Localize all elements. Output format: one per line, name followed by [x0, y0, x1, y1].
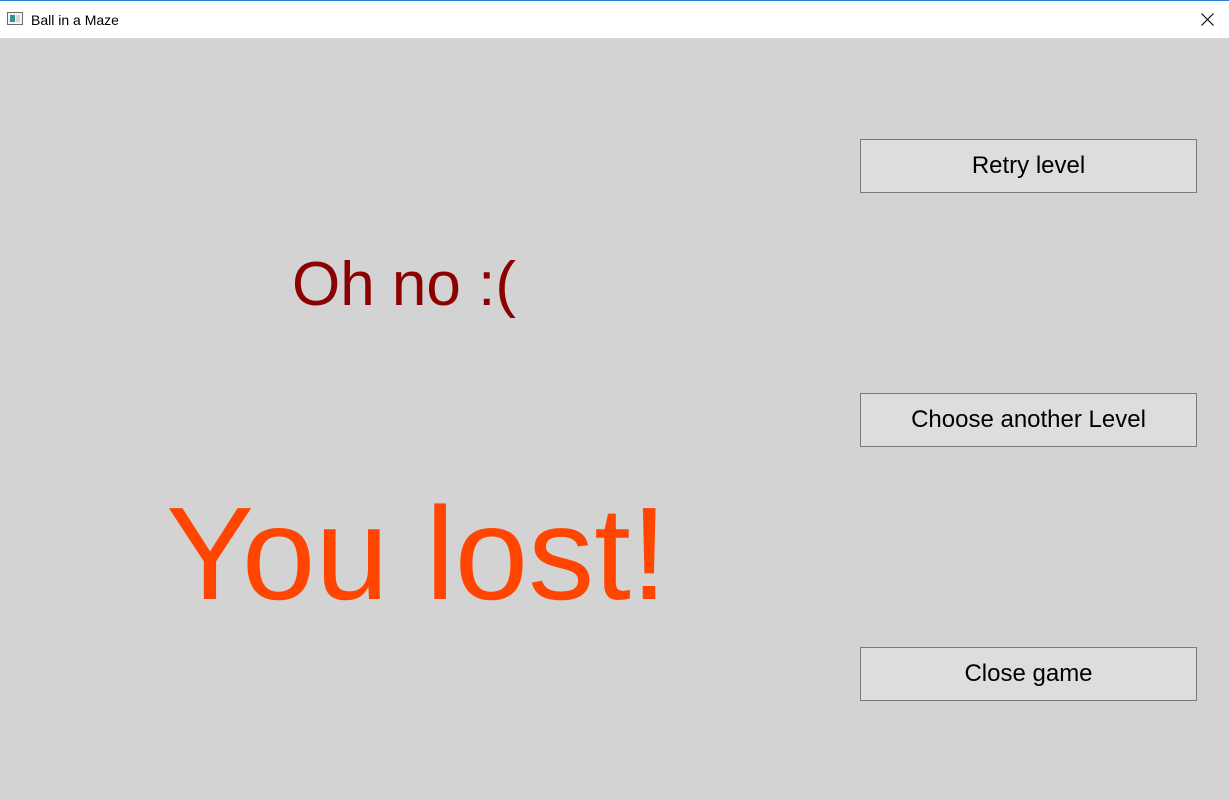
result-message: You lost!: [166, 480, 668, 627]
headline-message: Oh no :(: [292, 250, 516, 319]
close-icon: [1201, 13, 1214, 26]
choose-level-button[interactable]: Choose another Level: [860, 393, 1197, 447]
title-bar[interactable]: Ball in a Maze: [0, 1, 1229, 38]
window-title: Ball in a Maze: [31, 12, 119, 28]
window-close-button[interactable]: [1185, 1, 1229, 38]
app-window-icon: [7, 12, 23, 25]
retry-level-button[interactable]: Retry level: [860, 139, 1197, 193]
game-window: Ball in a Maze Oh no :( You lost! Retry …: [0, 0, 1229, 800]
close-game-button[interactable]: Close game: [860, 647, 1197, 701]
